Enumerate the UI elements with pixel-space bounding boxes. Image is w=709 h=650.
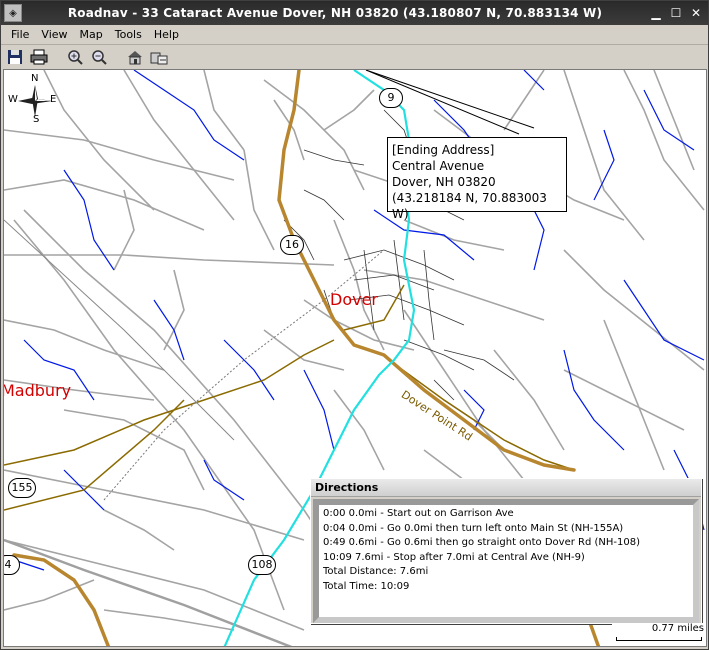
minimize-icon[interactable]: ▁ <box>648 5 664 21</box>
zoom-out-icon[interactable] <box>89 47 109 67</box>
menu-tools[interactable]: Tools <box>109 28 148 41</box>
direction-step: 0:00 0.0mi - Start out on Garrison Ave <box>323 508 514 519</box>
menu-help[interactable]: Help <box>148 28 185 41</box>
close-icon[interactable]: ✕ <box>688 5 704 21</box>
toolbar <box>1 46 708 68</box>
route-shield-9: 9 <box>379 88 403 108</box>
map-scale-bar: 0.77 miles <box>612 623 706 645</box>
save-icon[interactable] <box>5 47 25 67</box>
home-icon[interactable] <box>125 47 145 67</box>
directions-title[interactable]: Directions <box>311 479 701 497</box>
total-time: Total Time: 10:09 <box>323 580 410 592</box>
compass-west-label: W <box>8 94 18 105</box>
direction-step: 10:09 7.6mi - Stop after 7.0mi at Centra… <box>323 551 585 563</box>
title-bar[interactable]: ◈ Roadnav - 33 Cataract Avenue Dover, NH… <box>1 1 708 25</box>
route-shield-16: 16 <box>280 235 304 255</box>
compass-south-label: S <box>33 114 40 125</box>
directions-list[interactable]: 0:00 0.0mi - Start out on Garrison Ave 0… <box>313 499 699 623</box>
scale-bar-line <box>616 637 702 641</box>
route-icon[interactable] <box>149 47 169 67</box>
route-shield-108: 108 <box>248 555 276 575</box>
total-distance: Total Distance: 7.6mi <box>323 566 429 577</box>
town-label-dover: Dover <box>330 290 378 309</box>
app-window: ◈ Roadnav - 33 Cataract Avenue Dover, NH… <box>0 0 709 650</box>
zoom-in-icon[interactable] <box>65 47 85 67</box>
window-title: Roadnav - 33 Cataract Avenue Dover, NH 0… <box>67 6 603 20</box>
route-shield-155: 155 <box>8 478 36 498</box>
menu-map[interactable]: Map <box>74 28 109 41</box>
map-canvas[interactable]: N S E W Dover Madbury 9 16 155 108 4 Dov… <box>3 69 707 647</box>
roadnav-app-icon[interactable]: ◈ <box>4 4 22 22</box>
callout-line-1: [Ending Address] <box>392 143 495 157</box>
scale-label: 0.77 miles <box>651 623 704 634</box>
compass-north-label: N <box>31 73 39 84</box>
ending-address-callout: [Ending Address] Central Avenue Dover, N… <box>387 137 567 221</box>
direction-step: 0:04 0.0mi - Go 0.0mi then turn left ont… <box>323 522 624 534</box>
compass-east-label: E <box>50 94 57 105</box>
callout-line-2: Central Avenue <box>392 159 485 173</box>
menu-bar: File View Map Tools Help <box>1 25 708 45</box>
direction-step: 0:49 0.6mi - Go 0.6mi then go straight o… <box>323 537 641 548</box>
maximize-icon[interactable]: ☐ <box>668 5 684 21</box>
menu-file[interactable]: File <box>5 28 35 41</box>
menu-view[interactable]: View <box>35 28 73 41</box>
directions-panel[interactable]: Directions 0:00 0.0mi - Start out on Gar… <box>310 478 702 624</box>
callout-line-4: (43.218184 N, 70.883003 W) <box>392 191 547 221</box>
callout-line-3: Dover, NH 03820 <box>392 175 496 189</box>
town-label-madbury: Madbury <box>3 381 72 400</box>
print-icon[interactable] <box>29 47 49 67</box>
